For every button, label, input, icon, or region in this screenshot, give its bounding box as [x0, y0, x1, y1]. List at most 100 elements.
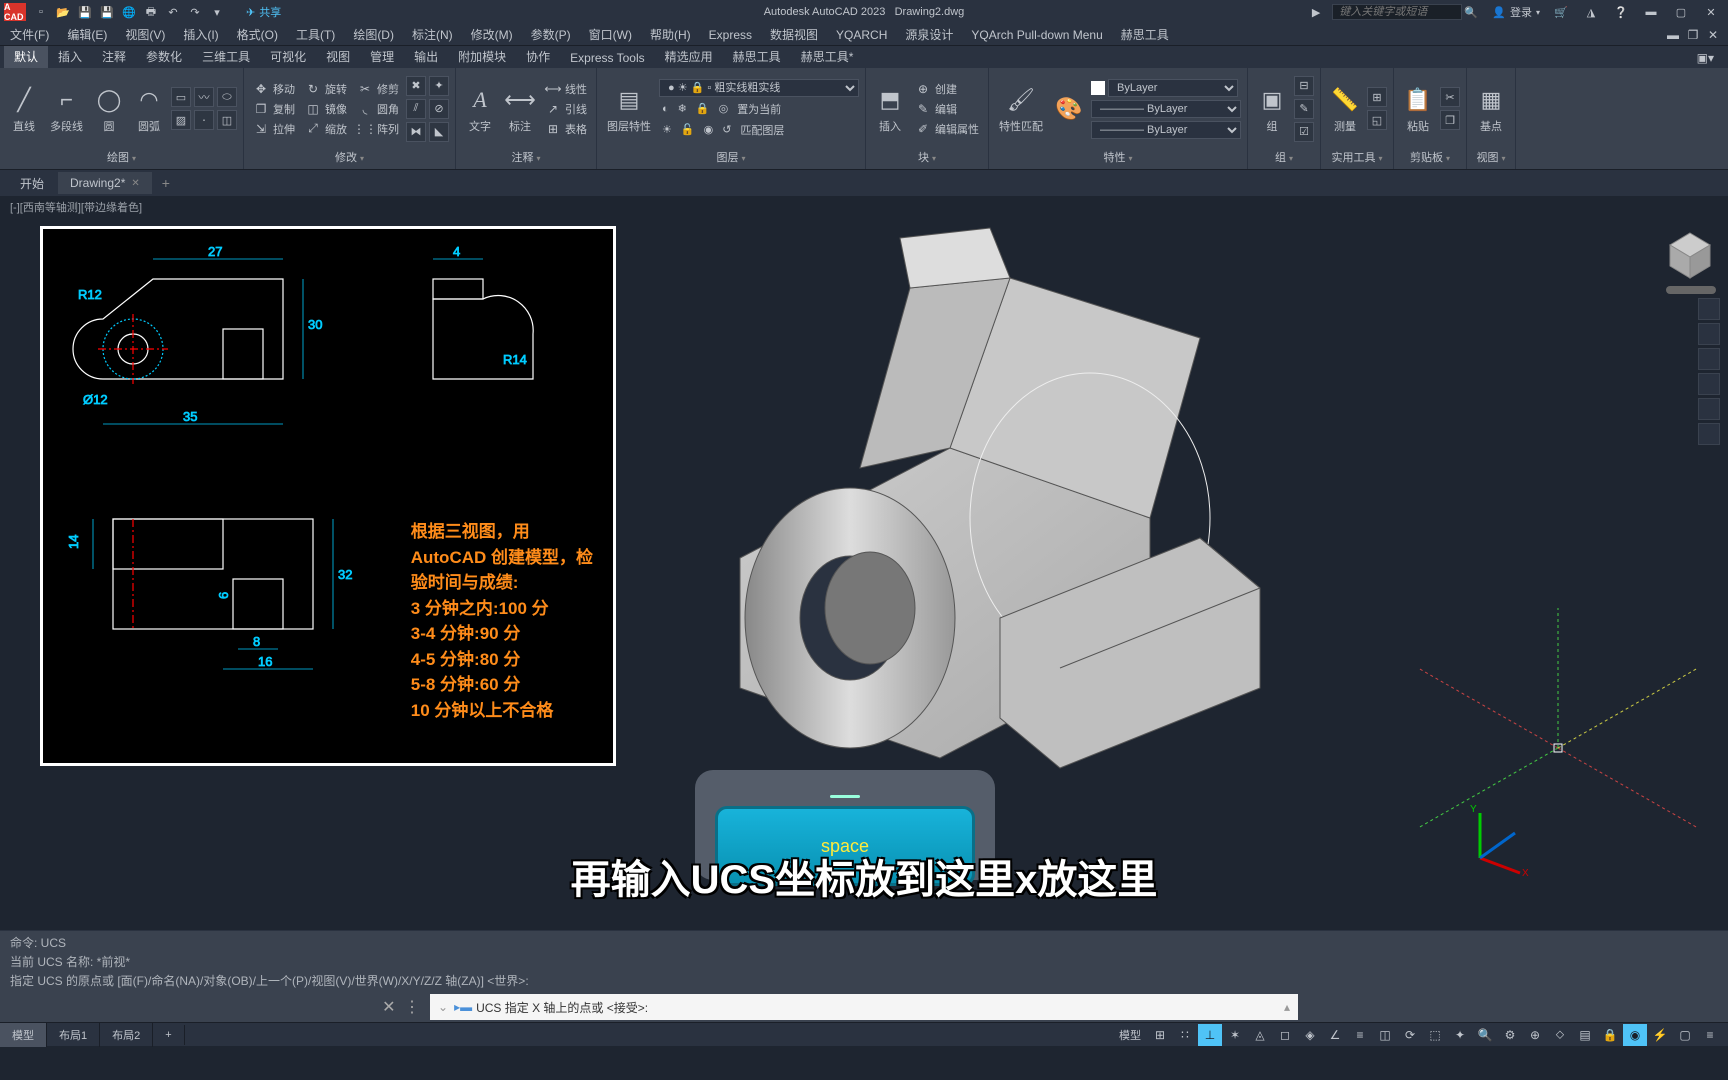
nav-more-icon[interactable]	[1698, 423, 1720, 445]
doc-close-icon[interactable]: ✕	[1704, 26, 1722, 44]
group-button[interactable]: ▣组	[1254, 82, 1290, 136]
layer-props-button[interactable]: ▤图层特性	[603, 82, 655, 136]
rect-icon[interactable]: ▭	[171, 87, 191, 107]
clean-screen-icon[interactable]: ▢	[1673, 1024, 1697, 1046]
maximize-icon[interactable]: ▢	[1672, 3, 1690, 21]
ortho-toggle-icon[interactable]: ⊥	[1198, 1024, 1222, 1046]
add-layout-button[interactable]: +	[153, 1025, 184, 1045]
drawing-canvas[interactable]: 27 4 R12 30 Ø12 35 R14 14 32 6 8 16 根据三视…	[0, 218, 1728, 930]
panel-modify-label[interactable]: 修改	[250, 147, 449, 167]
color-selector[interactable]: ByLayer	[1108, 79, 1238, 97]
text-button[interactable]: A文字	[462, 82, 498, 136]
orbit-icon[interactable]	[1698, 373, 1720, 395]
otrack-toggle-icon[interactable]: ∠	[1323, 1024, 1347, 1046]
web-icon[interactable]: 🌐	[120, 3, 138, 21]
ribbon-tab-view[interactable]: 视图	[316, 45, 360, 68]
menu-modify[interactable]: 修改(M)	[467, 24, 517, 45]
copy-button[interactable]: ❐复制	[250, 100, 298, 118]
fillet-button[interactable]: ◟圆角	[354, 100, 402, 118]
table-button[interactable]: ⊞表格	[542, 120, 590, 138]
chamfer-icon[interactable]: ◣	[429, 122, 449, 142]
point-icon[interactable]: ⋅	[194, 110, 214, 130]
new-icon[interactable]: ▫	[32, 3, 50, 21]
ribbon-collapse-icon[interactable]: ▣▾	[1687, 48, 1724, 68]
menu-tools[interactable]: 工具(T)	[292, 24, 339, 45]
layer-lock-icon[interactable]: 🔒	[693, 100, 713, 118]
transparency-toggle-icon[interactable]: ◫	[1373, 1024, 1397, 1046]
linetype-selector[interactable]: ———— ByLayer	[1091, 121, 1241, 139]
match-layer-button[interactable]: 匹配图层	[737, 121, 787, 139]
menu-express[interactable]: Express	[705, 26, 756, 44]
menu-window[interactable]: 窗口(W)	[585, 24, 636, 45]
plot-icon[interactable]: 🖶	[142, 3, 160, 21]
explode-icon[interactable]: ✦	[429, 76, 449, 96]
doc-tab-drawing[interactable]: Drawing2*✕	[58, 172, 152, 194]
ribbon-tab-param[interactable]: 参数化	[136, 45, 192, 68]
menu-file[interactable]: 文件(F)	[6, 24, 53, 45]
menu-dataview[interactable]: 数据视图	[766, 24, 822, 45]
ribbon-tab-hesi[interactable]: 赫思工具	[723, 45, 791, 68]
login-button[interactable]: 👤 登录 ▾	[1492, 4, 1540, 20]
menu-yqpull[interactable]: YQArch Pull-down Menu	[967, 26, 1106, 44]
ungroup-icon[interactable]: ⊟	[1294, 76, 1314, 96]
snap-toggle-icon[interactable]: ∷	[1173, 1024, 1197, 1046]
offset-icon[interactable]: ⫽	[406, 99, 426, 119]
search-input[interactable]	[1332, 4, 1462, 20]
ribbon-tab-annotate[interactable]: 注释	[92, 45, 136, 68]
annotation-scale-icon[interactable]: 🔍	[1473, 1024, 1497, 1046]
layer-prev-icon[interactable]: ↺	[719, 121, 734, 139]
ribbon-tab-manage[interactable]: 管理	[360, 45, 404, 68]
customize-icon[interactable]: ≡	[1698, 1024, 1722, 1046]
region-icon[interactable]: ◫	[217, 110, 237, 130]
ribbon-tab-3d[interactable]: 三维工具	[192, 45, 260, 68]
menu-format[interactable]: 格式(O)	[233, 24, 282, 45]
ribbon-tab-express[interactable]: Express Tools	[560, 48, 654, 68]
isodraft-toggle-icon[interactable]: ◬	[1248, 1024, 1272, 1046]
ribbon-tab-visualize[interactable]: 可视化	[260, 45, 316, 68]
menu-insert[interactable]: 插入(I)	[179, 24, 222, 45]
isolate-icon[interactable]: ◉	[1623, 1024, 1647, 1046]
command-input[interactable]	[476, 1000, 1290, 1014]
create-block-button[interactable]: ⊕创建	[912, 80, 982, 98]
open-icon[interactable]: 📂	[54, 3, 72, 21]
menu-source[interactable]: 源泉设计	[901, 24, 957, 45]
workspace-icon[interactable]: ⚙	[1498, 1024, 1522, 1046]
panel-utilities-label[interactable]: 实用工具	[1327, 147, 1387, 167]
cart-icon[interactable]: 🛒	[1552, 3, 1570, 21]
menu-yqarch[interactable]: YQARCH	[832, 26, 891, 44]
layer-iso-icon[interactable]: ◐	[659, 100, 672, 118]
layer-off-icon[interactable]: ◎	[716, 100, 732, 118]
share-button[interactable]: ✈ 共享	[246, 4, 281, 20]
paste-button[interactable]: 📋粘贴	[1400, 82, 1436, 136]
edit-attr-button[interactable]: ✐编辑属性	[912, 120, 982, 138]
3dosnap-toggle-icon[interactable]: ◈	[1298, 1024, 1322, 1046]
panel-view-label[interactable]: 视图	[1473, 147, 1509, 167]
saveas-icon[interactable]: 💾	[98, 3, 116, 21]
cmd-handle-icon[interactable]: ⋮	[404, 999, 420, 1016]
panel-annotate-label[interactable]: 注释	[462, 147, 590, 167]
palette-icon[interactable]: 🎨	[1051, 91, 1087, 127]
lineweight-selector[interactable]: ———— ByLayer	[1091, 100, 1241, 118]
ribbon-tab-addins[interactable]: 附加模块	[448, 45, 516, 68]
mirror-button[interactable]: ◫镜像	[302, 100, 350, 118]
color-swatch[interactable]	[1091, 81, 1105, 95]
panel-properties-label[interactable]: 特性	[995, 147, 1241, 167]
layout-tab-layout2[interactable]: 布局2	[100, 1023, 153, 1047]
cut-icon[interactable]: ✂	[1440, 87, 1460, 107]
cmd-close-icon[interactable]: ✕	[382, 999, 395, 1016]
viewport-label[interactable]: [-][西南等轴测][带边缘着色]	[0, 196, 1728, 218]
layer-selector[interactable]: ● ☀ 🔒 ▫ 粗实线粗实线	[659, 79, 859, 97]
viewcube-compass[interactable]	[1666, 286, 1716, 294]
calc-icon[interactable]: ⊞	[1367, 87, 1387, 107]
doc-minimize-icon[interactable]: ▬	[1664, 26, 1682, 44]
menu-draw[interactable]: 绘图(D)	[349, 24, 398, 45]
break-icon[interactable]: ⊘	[429, 99, 449, 119]
menu-param[interactable]: 参数(P)	[527, 24, 575, 45]
spline-icon[interactable]: 〰	[194, 87, 214, 107]
hatch-icon[interactable]: ▨	[171, 110, 191, 130]
select-icon[interactable]: ◱	[1367, 110, 1387, 130]
edit-block-button[interactable]: ✎编辑	[912, 100, 982, 118]
zoom-icon[interactable]	[1698, 348, 1720, 370]
doc-tab-start[interactable]: 开始	[8, 171, 56, 196]
pan-icon[interactable]	[1698, 323, 1720, 345]
